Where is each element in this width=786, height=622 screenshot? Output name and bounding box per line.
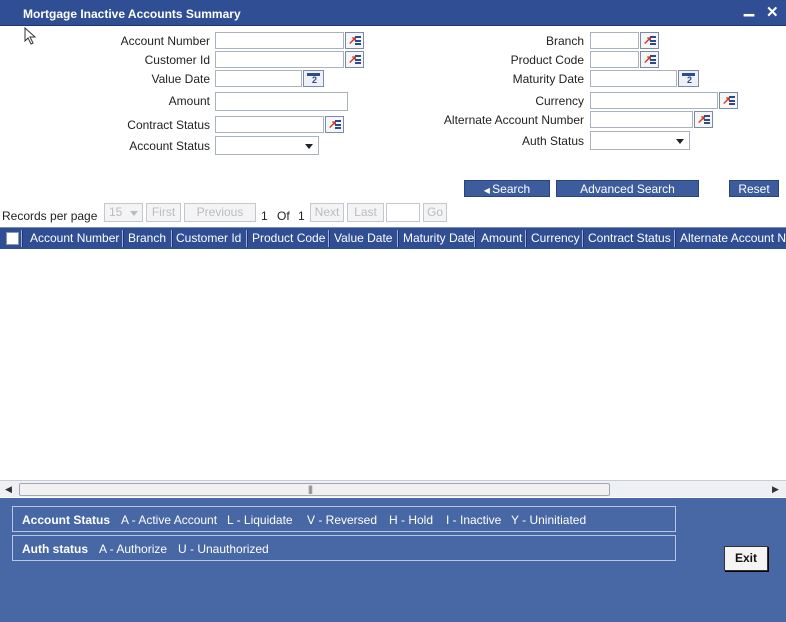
auth-status-label: Auth Status (521, 134, 584, 148)
auth-status-legend: Auth status A - Authorize U - Unauthoriz… (12, 535, 676, 561)
minimize-icon[interactable]: ▁ (744, 1, 754, 17)
legend-item: Y - Uninitiated (511, 513, 587, 527)
search-button[interactable]: ◀ Search (464, 180, 550, 197)
currency-label: Currency (535, 94, 584, 108)
title-bar: Mortgage Inactive Accounts Summary ▁ ✕ (0, 0, 786, 26)
product-code-input[interactable] (590, 51, 639, 68)
customer-id-label: Customer Id (144, 53, 210, 67)
currency-lov-icon[interactable]: ↗ (719, 92, 738, 109)
records-per-page-label: Records per page (2, 209, 98, 223)
column-header-customer-id[interactable]: Customer Id (176, 228, 244, 249)
reset-button[interactable]: Reset (729, 180, 779, 197)
scrollbar-thumb[interactable]: ||| (19, 483, 610, 496)
dropdown-arrow-icon (305, 144, 313, 149)
value-date-input[interactable] (215, 70, 302, 87)
legend-item: H - Hold (389, 513, 434, 527)
last-page-button[interactable]: Last (347, 203, 384, 222)
account-number-lov-icon[interactable]: ↗ (345, 32, 364, 49)
contract-status-input[interactable] (215, 116, 324, 133)
column-separator (525, 230, 527, 247)
advanced-search-button[interactable]: Advanced Search (556, 180, 699, 197)
go-button[interactable]: Go (423, 203, 447, 222)
window-title: Mortgage Inactive Accounts Summary (23, 7, 241, 21)
account-number-label: Account Number (120, 34, 210, 48)
account-status-legend: Account Status A - Active Account L - Li… (12, 506, 676, 532)
column-separator (171, 230, 173, 247)
customer-id-lov-icon[interactable]: ↗ (345, 51, 364, 68)
column-separator (122, 230, 124, 247)
results-grid-body (0, 249, 786, 480)
records-per-page-select[interactable]: 15 (104, 203, 143, 222)
branch-label: Branch (545, 34, 584, 48)
dropdown-arrow-icon (130, 211, 138, 216)
search-arrow-icon: ◀ (483, 186, 493, 195)
legend-item: L - Liquidate (227, 513, 293, 527)
column-header-currency[interactable]: Currency (531, 228, 583, 249)
legend-item: I - Inactive (446, 513, 502, 527)
column-separator (582, 230, 584, 247)
maturity-date-calendar-icon[interactable]: 2 (678, 70, 699, 87)
column-separator (674, 230, 676, 247)
column-separator (474, 230, 476, 247)
legend-item: A - Authorize (99, 542, 168, 556)
amount-input[interactable] (215, 92, 348, 111)
contract-status-label: Contract Status (127, 118, 210, 132)
value-date-label: Value Date (151, 72, 210, 86)
column-separator (397, 230, 399, 247)
branch-input[interactable] (590, 32, 639, 49)
total-pages: 1 (298, 209, 305, 223)
column-header-contract-status[interactable]: Contract Status (588, 228, 674, 249)
branch-lov-icon[interactable]: ↗ (640, 32, 659, 49)
column-separator (246, 230, 248, 247)
column-separator (21, 230, 23, 247)
horizontal-scrollbar[interactable]: ◀ ||| ▶ (0, 480, 786, 497)
scroll-right-icon[interactable]: ▶ (772, 484, 779, 495)
mouse-pointer-icon (24, 27, 37, 45)
product-code-lov-icon[interactable]: ↗ (640, 51, 659, 68)
column-header-alternate-account-number[interactable]: Alternate Account N (680, 228, 786, 249)
value-date-calendar-icon[interactable]: 2 (303, 70, 324, 87)
account-status-label: Account Status (129, 139, 210, 153)
scroll-left-icon[interactable]: ◀ (5, 484, 12, 495)
legend-item: V - Reversed (307, 513, 378, 527)
alternate-account-number-label: Alternate Account Number (443, 113, 584, 127)
results-grid-header: Account Number Branch Customer Id Produc… (0, 227, 786, 249)
column-header-account-number[interactable]: Account Number (30, 228, 122, 249)
first-page-button[interactable]: First (146, 203, 181, 222)
select-all-checkbox[interactable] (6, 232, 19, 245)
column-header-maturity-date[interactable]: Maturity Date (403, 228, 475, 249)
product-code-label: Product Code (510, 53, 584, 67)
alternate-account-number-input[interactable] (590, 111, 693, 128)
current-page: 1 (261, 209, 268, 223)
next-page-button[interactable]: Next (310, 203, 344, 222)
contract-status-lov-icon[interactable]: ↗ (325, 116, 344, 133)
customer-id-input[interactable] (215, 51, 344, 68)
goto-page-input[interactable] (386, 203, 420, 222)
column-header-branch[interactable]: Branch (128, 228, 170, 249)
alternate-account-number-lov-icon[interactable]: ↗ (694, 111, 713, 128)
maturity-date-label: Maturity Date (512, 72, 584, 86)
column-header-product-code[interactable]: Product Code (252, 228, 327, 249)
auth-status-select[interactable] (590, 131, 690, 150)
currency-input[interactable] (590, 92, 718, 109)
maturity-date-input[interactable] (590, 70, 677, 87)
of-label: Of (277, 209, 290, 223)
exit-button[interactable]: Exit (724, 546, 768, 571)
legend-item: U - Unauthorized (178, 542, 269, 556)
grip-icon: ||| (308, 484, 313, 494)
amount-label: Amount (168, 94, 210, 108)
account-status-legend-title: Account Status (22, 513, 111, 527)
legend-item: A - Active Account (121, 513, 218, 527)
auth-status-legend-title: Auth status (22, 542, 88, 556)
column-header-amount[interactable]: Amount (481, 228, 525, 249)
dropdown-arrow-icon (676, 139, 684, 144)
account-status-select[interactable] (215, 136, 319, 155)
previous-page-button[interactable]: Previous (184, 203, 256, 222)
column-separator (328, 230, 330, 247)
account-number-input[interactable] (215, 32, 344, 49)
close-icon[interactable]: ✕ (766, 3, 779, 21)
column-header-value-date[interactable]: Value Date (334, 228, 397, 249)
